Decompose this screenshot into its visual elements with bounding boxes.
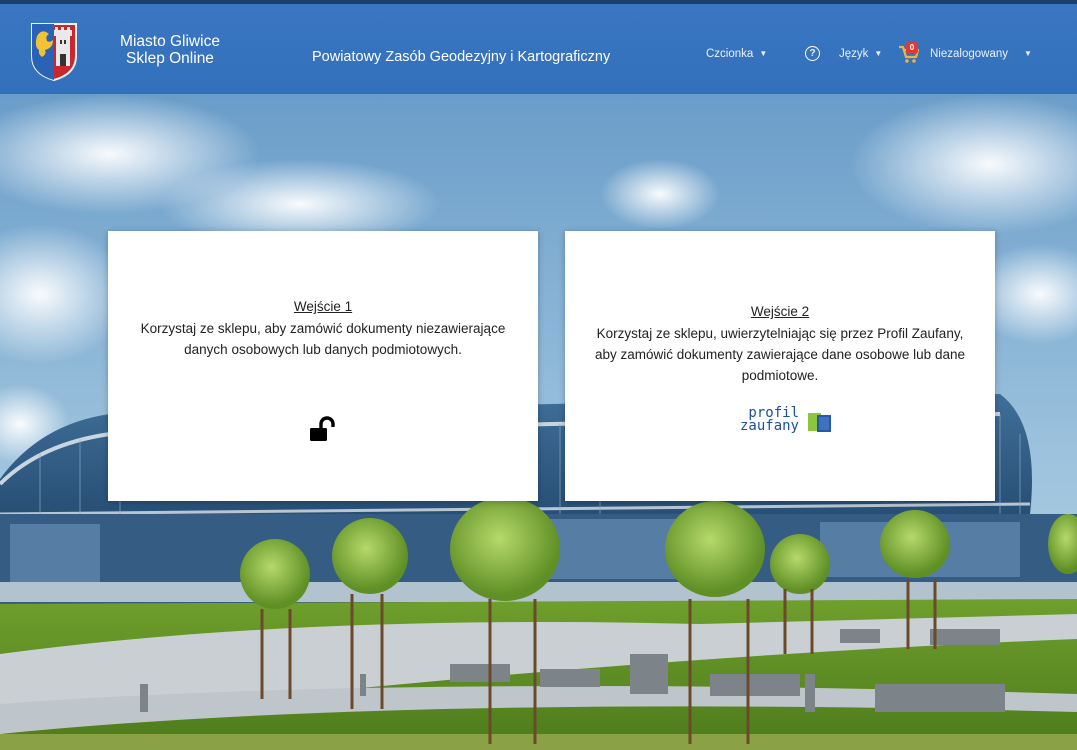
- caret-down-icon: ▼: [759, 48, 768, 58]
- profil-zaufany-wordmark: profil zaufany: [721, 406, 799, 434]
- user-status-label: Niezalogowany: [930, 48, 1008, 60]
- cart-icon: 0: [898, 42, 922, 64]
- cart-count-badge: 0: [906, 42, 918, 54]
- cart-button[interactable]: 0: [898, 42, 922, 68]
- entry-1-description: Korzystaj ze sklepu, aby zamówić dokumen…: [140, 321, 506, 357]
- font-size-dropdown[interactable]: Czcionka ▼: [706, 48, 767, 60]
- unlocked-padlock-icon: [310, 416, 335, 441]
- entry-1-title[interactable]: Wejście 1: [136, 299, 510, 314]
- entry-2-description: Korzystaj ze sklepu, uwierzytelniając si…: [595, 326, 965, 383]
- brand-city-name: Miasto Gliwice: [120, 33, 220, 50]
- entry-2-title[interactable]: Wejście 2: [587, 304, 973, 319]
- help-icon: ?: [805, 46, 820, 61]
- entry-2-content: Wejście 2 Korzystaj ze sklepu, uwierzyte…: [587, 304, 973, 386]
- entry-card-1[interactable]: Wejście 1 Korzystaj ze sklepu, aby zamów…: [108, 231, 538, 501]
- shop-brand[interactable]: Miasto Gliwice Sklep Online: [110, 33, 230, 67]
- top-navigation-bar: Miasto Gliwice Sklep Online Powiatowy Za…: [0, 0, 1077, 94]
- profil-zaufany-line2: zaufany: [739, 418, 799, 434]
- entry-1-content: Wejście 1 Korzystaj ze sklepu, aby zamów…: [136, 299, 510, 360]
- language-dropdown[interactable]: Język ▼: [839, 48, 882, 60]
- language-label: Język: [839, 48, 869, 60]
- entry-card-2[interactable]: Wejście 2 Korzystaj ze sklepu, uwierzyte…: [565, 231, 995, 501]
- profil-zaufany-logo: profil zaufany: [721, 406, 841, 441]
- caret-down-icon: ▼: [1024, 48, 1032, 58]
- page-heading: Powiatowy Zasób Geodezyjny i Kartografic…: [312, 49, 611, 65]
- user-account-dropdown[interactable]: Niezalogowany ▼: [930, 48, 1032, 60]
- gliwice-coat-of-arms-logo[interactable]: [30, 22, 78, 82]
- brand-shop-name: Sklep Online: [126, 50, 214, 67]
- help-button[interactable]: ?: [805, 46, 820, 63]
- profil-zaufany-emblem-icon: [808, 413, 831, 432]
- font-size-label: Czcionka: [706, 48, 754, 60]
- caret-down-icon: ▼: [874, 48, 883, 58]
